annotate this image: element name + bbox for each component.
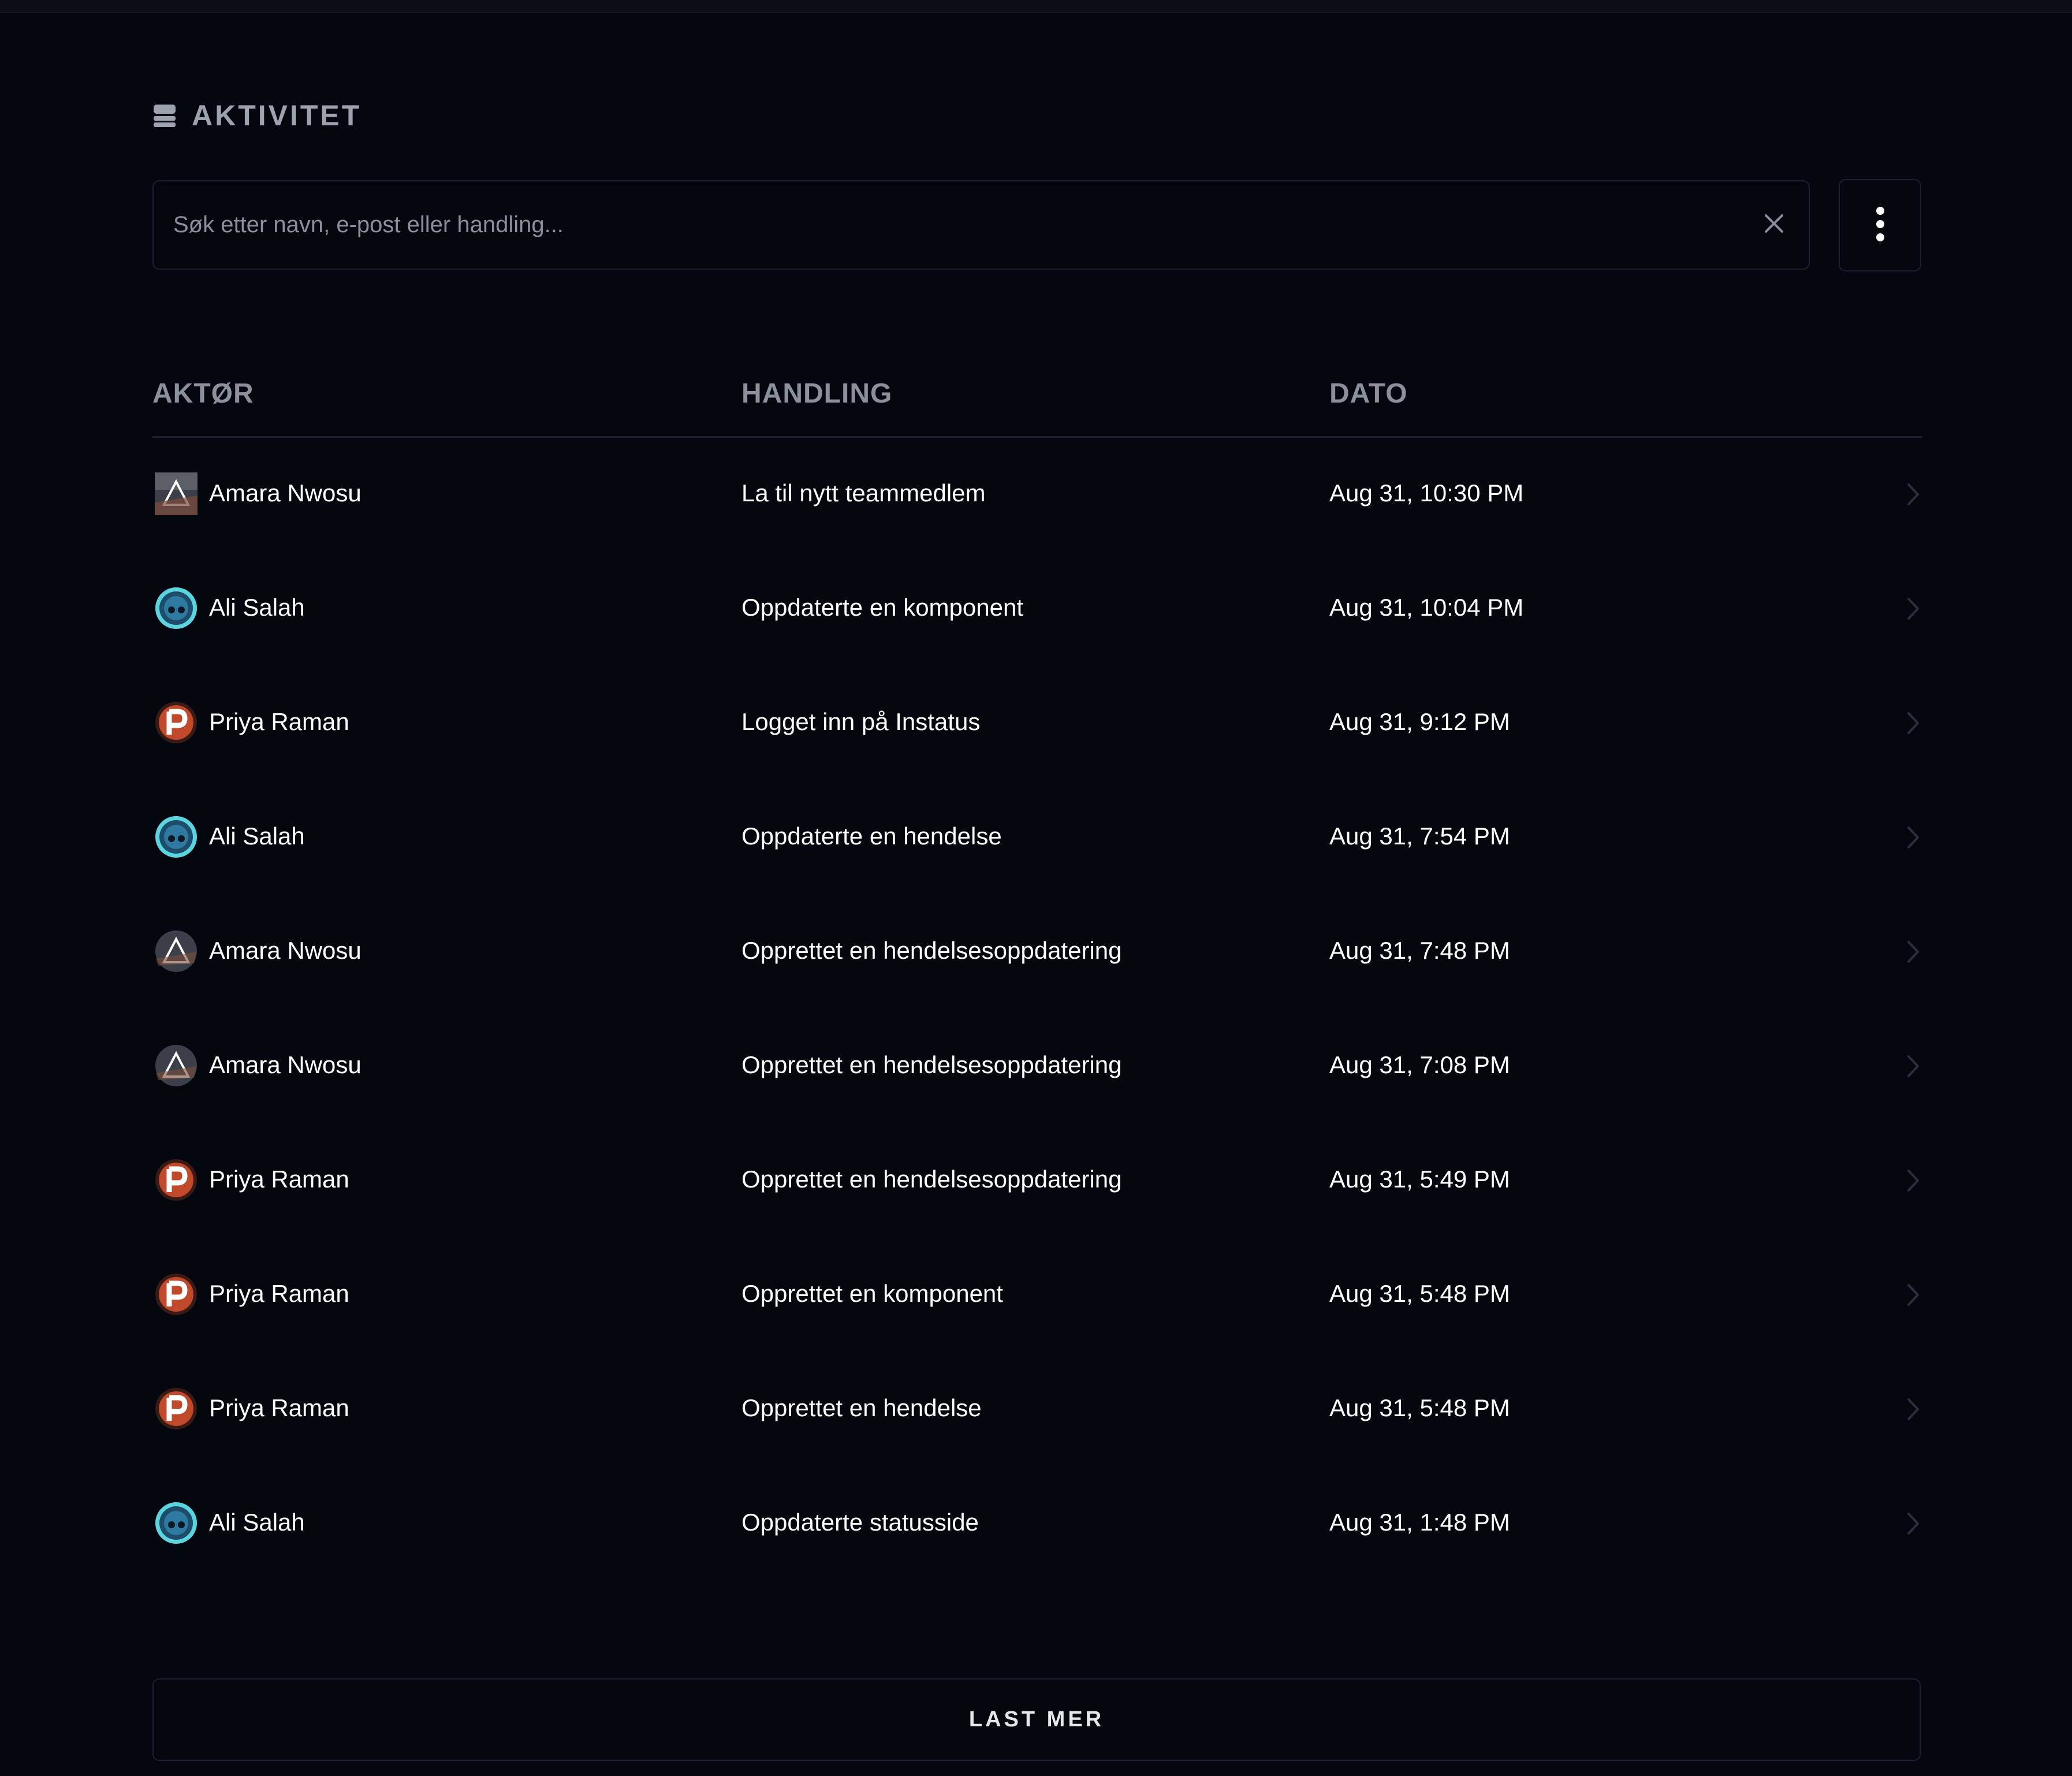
clear-search-button[interactable]	[1739, 181, 1809, 269]
search-input[interactable]	[154, 181, 1739, 269]
avatar	[155, 1387, 197, 1430]
more-options-button[interactable]	[1839, 179, 1921, 271]
action-text: Opprettet en hendelsesoppdatering	[741, 1166, 1122, 1193]
date-text: Aug 31, 5:48 PM	[1329, 1394, 1510, 1421]
date-text: Aug 31, 7:54 PM	[1329, 822, 1510, 850]
load-more-label: LAST MER	[968, 1707, 1105, 1732]
chevron-right-icon	[1907, 941, 1919, 963]
chevron-right-icon	[1907, 1398, 1919, 1420]
search-box	[152, 180, 1810, 270]
actor-name: Ali Salah	[209, 594, 305, 621]
chevron-right-icon	[1907, 598, 1919, 620]
avatar	[155, 1273, 197, 1316]
table-row[interactable]: Priya Raman Logget inn på Instatus Aug 3…	[152, 667, 1922, 781]
action-text: Oppdaterte statusside	[741, 1509, 979, 1536]
table-row[interactable]: Priya Raman Opprettet en hendelse Aug 31…	[152, 1353, 1922, 1467]
date-text: Aug 31, 7:48 PM	[1329, 937, 1510, 964]
date-text: Aug 31, 5:49 PM	[1329, 1166, 1510, 1193]
action-text: Logget inn på Instatus	[741, 708, 981, 735]
date-text: Aug 31, 10:30 PM	[1329, 479, 1524, 507]
column-header-action[interactable]: HANDLING	[741, 378, 892, 409]
table-row[interactable]: Amara Nwosu La til nytt teammedlem Aug 3…	[152, 438, 1922, 552]
section-header: AKTIVITET	[152, 98, 362, 133]
date-text: Aug 31, 10:04 PM	[1329, 594, 1524, 621]
date-text: Aug 31, 7:08 PM	[1329, 1051, 1510, 1078]
action-text: Opprettet en komponent	[741, 1280, 1003, 1307]
date-text: Aug 31, 5:48 PM	[1329, 1280, 1510, 1307]
avatar	[155, 930, 197, 973]
avatar	[155, 1044, 197, 1087]
load-more-button[interactable]: LAST MER	[152, 1678, 1921, 1761]
table-row[interactable]: Ali Salah Oppdaterte en komponent Aug 31…	[152, 552, 1922, 667]
actor-name: Priya Raman	[209, 1394, 349, 1421]
date-text: Aug 31, 9:12 PM	[1329, 708, 1510, 735]
database-icon	[152, 103, 177, 128]
actor-name: Priya Raman	[209, 708, 349, 735]
avatar	[155, 472, 197, 515]
table-row[interactable]: Ali Salah Oppdaterte en hendelse Aug 31,…	[152, 781, 1922, 895]
column-header-date[interactable]: DATO	[1329, 378, 1408, 409]
chevron-right-icon	[1907, 1284, 1919, 1306]
avatar	[155, 587, 197, 630]
actor-name: Amara Nwosu	[209, 479, 362, 507]
close-icon	[1763, 213, 1785, 237]
avatar	[155, 816, 197, 858]
actor-name: Amara Nwosu	[209, 937, 362, 964]
table-row[interactable]: Priya Raman Opprettet en hendelsesoppdat…	[152, 1124, 1922, 1238]
chevron-right-icon	[1907, 1170, 1919, 1192]
more-vertical-icon	[1875, 206, 1886, 245]
action-text: Oppdaterte en hendelse	[741, 822, 1002, 850]
activity-page: AKTIVITET AKTØR HANDLING DATO	[152, 0, 1922, 1776]
table-row[interactable]: Amara Nwosu Opprettet en hendelsesoppdat…	[152, 1010, 1922, 1124]
action-text: Opprettet en hendelsesoppdatering	[741, 1051, 1122, 1078]
chevron-right-icon	[1907, 712, 1919, 734]
table-row[interactable]: Priya Raman Opprettet en komponent Aug 3…	[152, 1238, 1922, 1353]
table-row[interactable]: Amara Nwosu Opprettet en hendelsesoppdat…	[152, 895, 1922, 1010]
chevron-right-icon	[1907, 826, 1919, 848]
table-row[interactable]: Ali Salah Oppdaterte statusside Aug 31, …	[152, 1467, 1922, 1581]
chevron-right-icon	[1907, 483, 1919, 505]
actor-name: Priya Raman	[209, 1280, 349, 1307]
date-text: Aug 31, 1:48 PM	[1329, 1509, 1510, 1536]
action-text: Opprettet en hendelsesoppdatering	[741, 937, 1122, 964]
actor-name: Ali Salah	[209, 1509, 305, 1536]
action-text: La til nytt teammedlem	[741, 479, 986, 507]
actor-name: Ali Salah	[209, 822, 305, 850]
chevron-right-icon	[1907, 1055, 1919, 1077]
chevron-right-icon	[1907, 1513, 1919, 1535]
actor-name: Priya Raman	[209, 1166, 349, 1193]
action-text: Oppdaterte en komponent	[741, 594, 1024, 621]
actor-name: Amara Nwosu	[209, 1051, 362, 1078]
avatar	[155, 701, 197, 744]
action-text: Opprettet en hendelse	[741, 1394, 982, 1421]
section-title: AKTIVITET	[192, 99, 362, 132]
table-header: AKTØR HANDLING DATO	[152, 370, 1922, 438]
avatar	[155, 1502, 197, 1544]
avatar	[155, 1159, 197, 1201]
column-header-actor[interactable]: AKTØR	[152, 378, 254, 409]
